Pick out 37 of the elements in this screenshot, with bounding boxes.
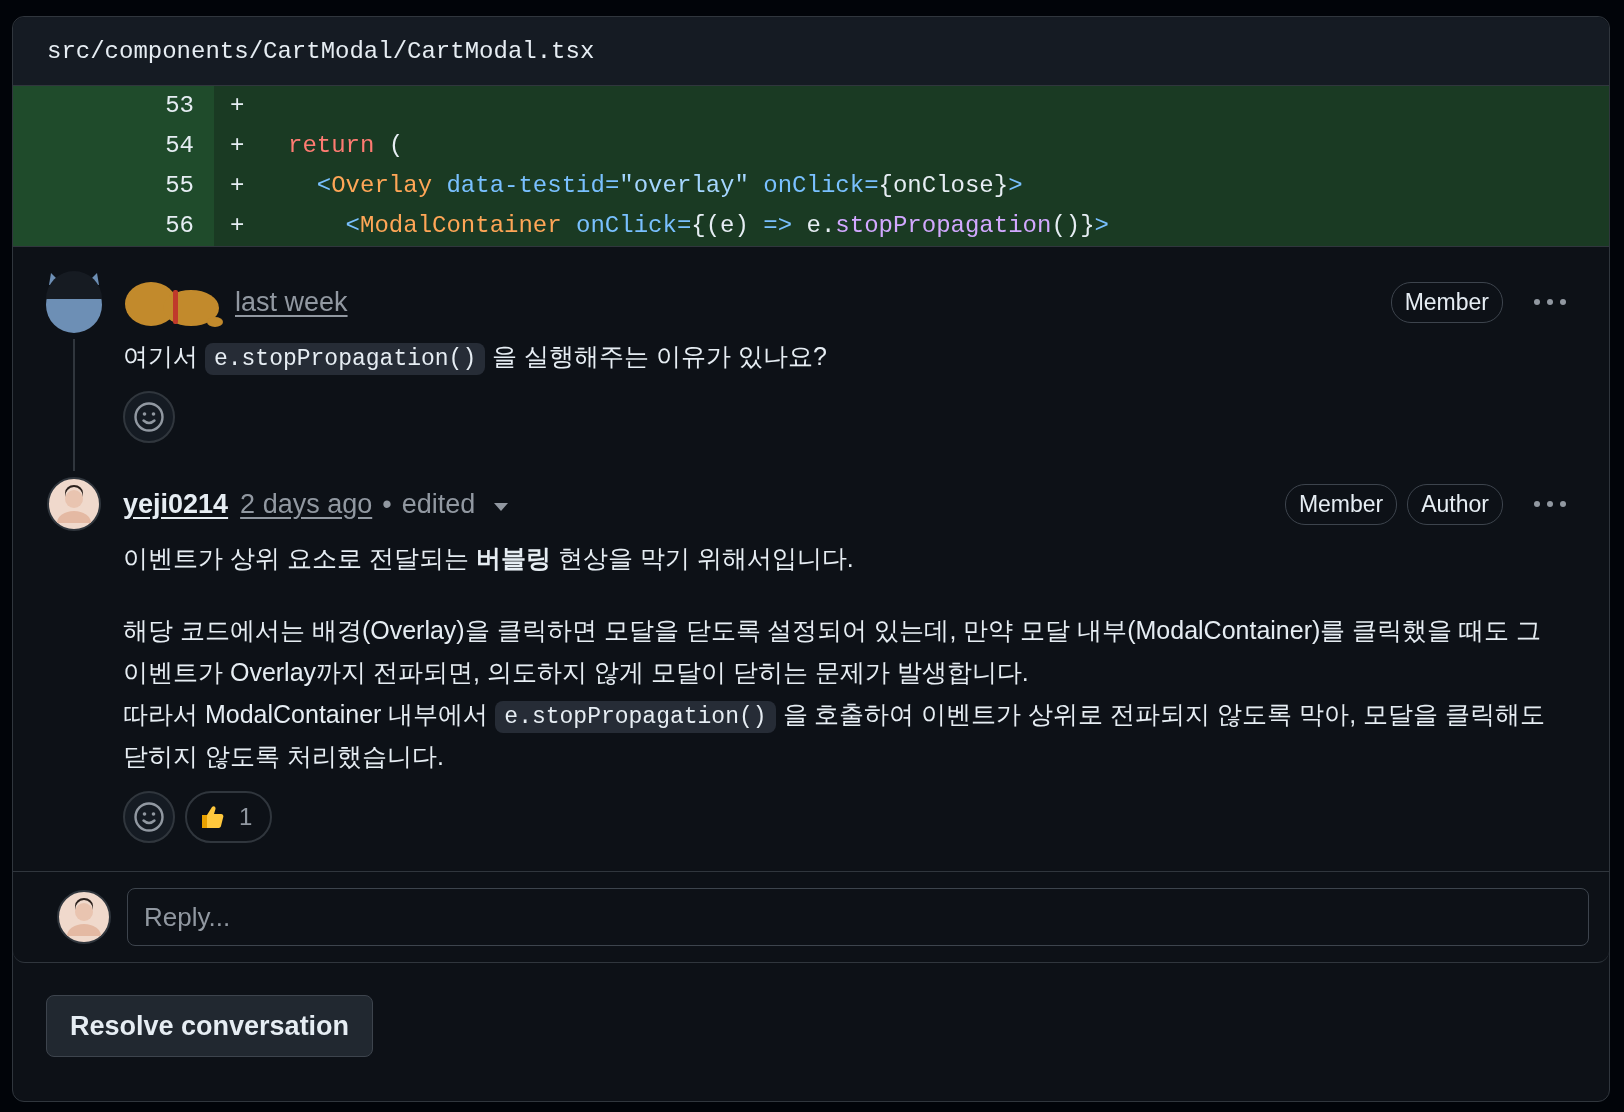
comment-text: 이벤트가 상위 요소로 전달되는 버블링 현상을 막기 위해서입니다. bbox=[123, 543, 855, 574]
separator-dot: • bbox=[382, 488, 392, 520]
comment-text: 따라서 ModalContainer 내부에서 e.stopPropagation() 을 호출하여 이벤트가 상위로 전파되지 않도록 막아, 모달을 클릭해도 닫히지 않도록 처리했습니다. bbox=[123, 699, 1547, 772]
file-path: src/components/CartModal/CartModal.tsx bbox=[47, 37, 595, 65]
add-reaction-button[interactable] bbox=[123, 391, 175, 443]
diff-sign: + bbox=[230, 212, 245, 239]
diff-sign: + bbox=[230, 92, 245, 119]
thumbs-up-icon bbox=[199, 804, 225, 830]
comment-text: 해당 코드에서는 배경(Overlay)을 클릭하면 모달을 닫도록 설정되어 있는데, 만약 모달 내부(ModalContainer)를 클릭했을 때도 그 이벤트가 Overlay까지 전파되면, 의도하지 않게 모달이 닫히는 문제가 발생합니다. bbox=[123, 615, 1543, 688]
line-number: 55 bbox=[165, 172, 194, 199]
line-number: 56 bbox=[165, 212, 194, 239]
caret-icon[interactable] bbox=[493, 502, 510, 512]
diff-sign: + bbox=[230, 172, 245, 199]
diff-sign: + bbox=[230, 132, 245, 159]
author-name[interactable]: yeji0214 bbox=[123, 488, 229, 520]
avatar[interactable] bbox=[47, 477, 101, 531]
add-reaction-icon bbox=[133, 401, 165, 433]
code-line: <Overlay data-testid="overlay" onClick={onClose}> bbox=[315, 171, 1023, 201]
code-line: return ( bbox=[288, 131, 404, 161]
reaction-button[interactable]: 1 bbox=[185, 791, 273, 843]
code-line: <ModalContainer onClick={(e) => e.stopPropagation()}> bbox=[344, 211, 1109, 241]
role-badge: Member bbox=[1390, 281, 1503, 323]
add-reaction-button[interactable] bbox=[123, 791, 175, 843]
avatar[interactable] bbox=[57, 890, 111, 944]
edited-label[interactable]: edited bbox=[401, 488, 476, 520]
comment-text: 여기서 e.stopPropagation() 을 실행해주는 이유가 있나요? bbox=[123, 335, 1567, 377]
kebab-menu-icon[interactable] bbox=[1533, 298, 1567, 306]
reply-field[interactable]: Reply... bbox=[127, 888, 1589, 946]
timestamp-link[interactable]: 2 days ago bbox=[240, 488, 373, 520]
role-badge: Author bbox=[1407, 483, 1503, 525]
add-reaction-icon bbox=[133, 801, 165, 833]
timestamp-link[interactable]: last week bbox=[235, 286, 348, 318]
line-number: 54 bbox=[165, 132, 194, 159]
line-number: 53 bbox=[165, 92, 194, 119]
resolve-conversation-button[interactable]: Resolve conversation bbox=[46, 995, 374, 1057]
kebab-menu-icon[interactable] bbox=[1533, 500, 1567, 508]
role-badge: Member bbox=[1284, 483, 1398, 525]
